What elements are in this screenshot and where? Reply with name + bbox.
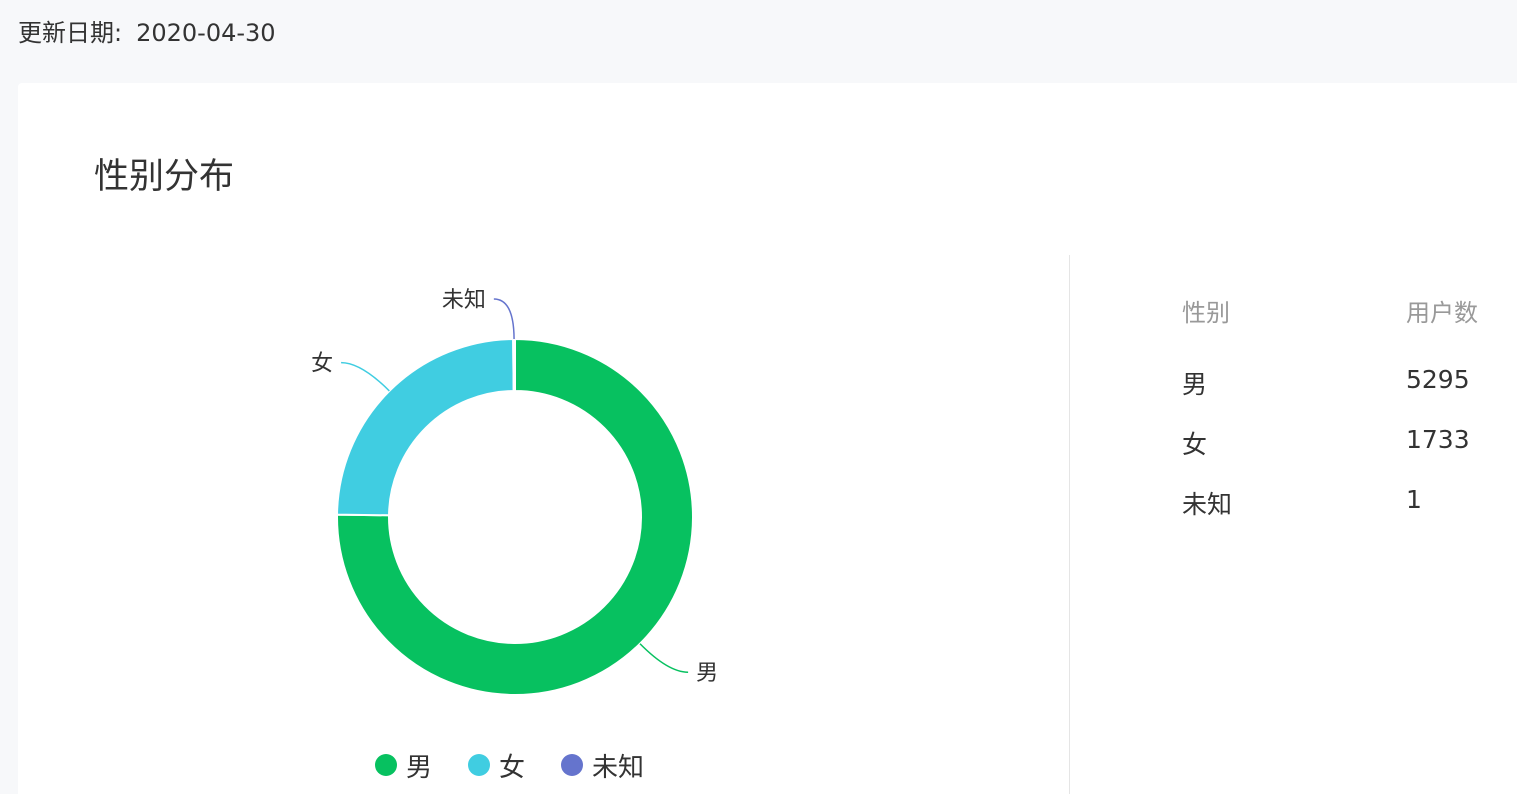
legend-item-female[interactable]: 女 bbox=[468, 747, 525, 784]
gender-donut-chart: 男 女 未知 bbox=[311, 288, 718, 696]
legend-label-female: 女 bbox=[499, 752, 526, 783]
update-date-row: 更新日期: 2020-04-30 bbox=[18, 16, 276, 50]
leader-line-unknown bbox=[493, 298, 515, 340]
table-cell-count: 1 bbox=[1406, 485, 1422, 514]
donut-slice-unknown[interactable] bbox=[512, 337, 516, 393]
slice-label-unknown: 未知 bbox=[442, 288, 486, 313]
slice-label-female: 女 bbox=[311, 352, 333, 377]
table-cell-gender: 男 bbox=[1182, 370, 1208, 399]
table-cell-gender: 未知 bbox=[1182, 490, 1233, 519]
column-divider bbox=[1069, 255, 1070, 794]
legend-item-unknown[interactable]: 未知 bbox=[561, 747, 644, 784]
update-date-value: 2020-04-30 bbox=[136, 19, 276, 47]
table-header-users: 用户数 bbox=[1406, 299, 1478, 327]
leader-line-male bbox=[639, 643, 689, 673]
legend-label-unknown: 未知 bbox=[592, 752, 645, 783]
table-header-gender: 性别 bbox=[1182, 299, 1230, 327]
table-cell-count: 1733 bbox=[1406, 425, 1470, 454]
gender-distribution-card: 性别分布 男女未知 男 女 未知 性别 用户数 男 5295 女 1733 未知… bbox=[18, 83, 1517, 794]
legend-dot-male bbox=[375, 754, 397, 776]
legend-label-male: 男 bbox=[406, 752, 433, 783]
slice-label-male: 男 bbox=[696, 661, 718, 686]
legend-dot-female bbox=[468, 754, 491, 776]
leader-line-female bbox=[341, 361, 390, 392]
chart-legend: 男 女 未知 bbox=[375, 745, 680, 785]
legend-item-male[interactable]: 男 bbox=[375, 747, 432, 784]
legend-dot-unknown bbox=[561, 754, 584, 776]
table-cell-gender: 女 bbox=[1182, 430, 1208, 459]
update-date-label: 更新日期: bbox=[18, 19, 123, 47]
table-cell-count: 5295 bbox=[1406, 365, 1470, 394]
donut-slice-female[interactable] bbox=[336, 337, 515, 517]
